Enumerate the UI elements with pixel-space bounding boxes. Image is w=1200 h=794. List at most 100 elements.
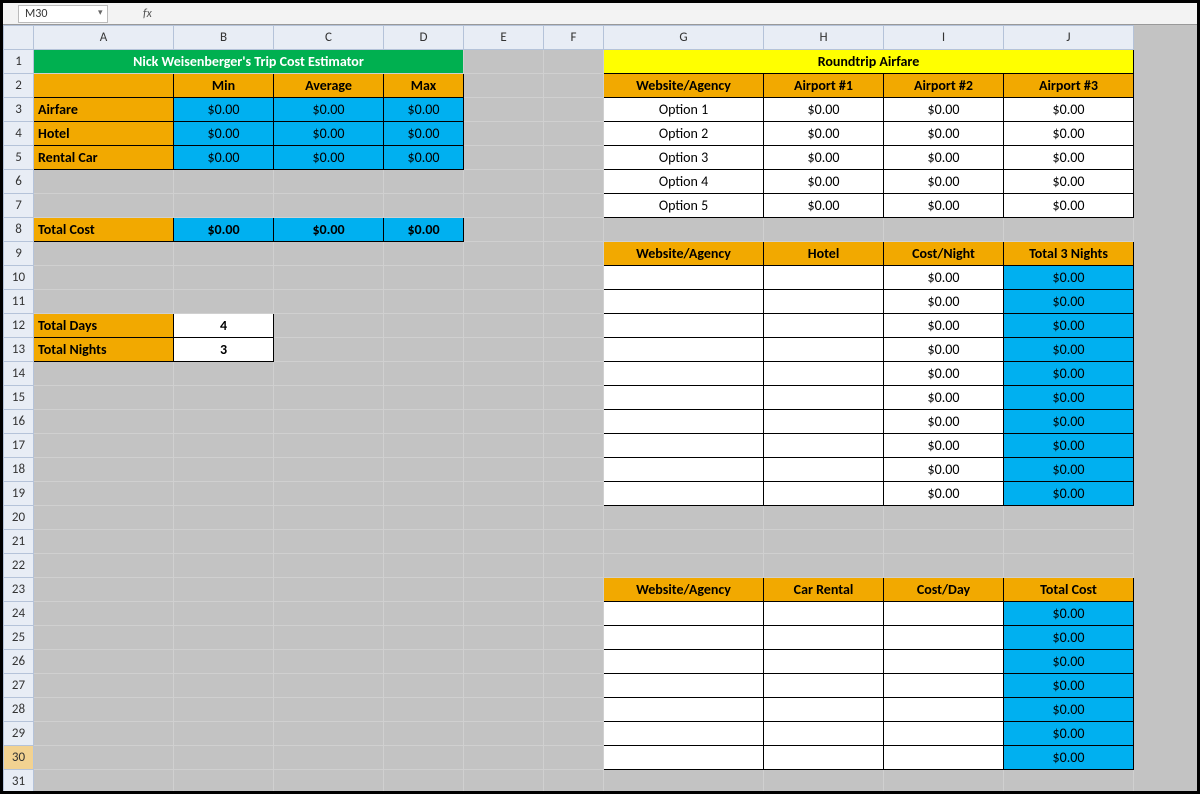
row-25[interactable]: 25	[4, 626, 34, 650]
cell[interactable]	[34, 650, 174, 674]
airfare-opt2-a2[interactable]: $0.00	[884, 122, 1004, 146]
car-name[interactable]	[764, 722, 884, 746]
cell[interactable]	[544, 194, 604, 218]
cell[interactable]	[34, 290, 174, 314]
cell[interactable]	[34, 602, 174, 626]
cell[interactable]	[384, 170, 464, 194]
car-site[interactable]	[604, 674, 764, 698]
cell[interactable]	[464, 434, 544, 458]
cell[interactable]	[544, 554, 604, 578]
cell[interactable]	[384, 386, 464, 410]
lodge-hotel[interactable]	[764, 386, 884, 410]
car-name[interactable]	[764, 650, 884, 674]
value-total-days[interactable]: 4	[174, 314, 274, 338]
row-13[interactable]: 13	[4, 338, 34, 362]
hdr-site-airfare[interactable]: Website/Agency	[604, 74, 764, 98]
row-19[interactable]: 19	[4, 482, 34, 506]
title-trip-estimator[interactable]: Nick Weisenberger's Trip Cost Estimator	[34, 50, 464, 74]
car-costday[interactable]	[884, 698, 1004, 722]
car-site[interactable]	[604, 698, 764, 722]
lodge-cost[interactable]: $0.00	[884, 386, 1004, 410]
cell[interactable]	[764, 530, 884, 554]
cell[interactable]	[174, 458, 274, 482]
car-name[interactable]	[764, 626, 884, 650]
cell[interactable]	[544, 602, 604, 626]
lodge-total[interactable]: $0.00	[1004, 290, 1134, 314]
airfare-opt1-a2[interactable]: $0.00	[884, 98, 1004, 122]
cell[interactable]	[464, 170, 544, 194]
cell[interactable]	[464, 266, 544, 290]
airfare-opt3-site[interactable]: Option 3	[604, 146, 764, 170]
cell[interactable]	[384, 458, 464, 482]
cell[interactable]	[174, 266, 274, 290]
cell[interactable]	[174, 674, 274, 698]
lodge-total[interactable]: $0.00	[1004, 338, 1134, 362]
value-total-nights[interactable]: 3	[174, 338, 274, 362]
cell[interactable]	[464, 554, 544, 578]
col-G[interactable]: G	[604, 26, 764, 50]
cell[interactable]	[384, 602, 464, 626]
cell[interactable]	[384, 506, 464, 530]
cell[interactable]	[544, 146, 604, 170]
cell[interactable]	[464, 650, 544, 674]
cell[interactable]	[384, 314, 464, 338]
cell[interactable]	[384, 530, 464, 554]
cell[interactable]	[464, 146, 544, 170]
lodge-hotel[interactable]	[764, 266, 884, 290]
hdr-total3nights[interactable]: Total 3 Nights	[1004, 242, 1134, 266]
cell[interactable]	[464, 314, 544, 338]
row-16[interactable]: 16	[4, 410, 34, 434]
name-box-dropdown-icon[interactable]: ▾	[98, 7, 103, 18]
cell[interactable]	[274, 242, 384, 266]
cell[interactable]	[464, 506, 544, 530]
row-3[interactable]: 3	[4, 98, 34, 122]
select-all-corner[interactable]	[4, 26, 34, 50]
lodge-total[interactable]: $0.00	[1004, 410, 1134, 434]
cell[interactable]	[274, 338, 384, 362]
row-14[interactable]: 14	[4, 362, 34, 386]
hdr-min[interactable]: Min	[174, 74, 274, 98]
cell[interactable]	[34, 410, 174, 434]
cell[interactable]	[464, 722, 544, 746]
car-site[interactable]	[604, 602, 764, 626]
car-costday[interactable]	[884, 602, 1004, 626]
cell[interactable]	[544, 338, 604, 362]
cell[interactable]	[274, 722, 384, 746]
car-costday[interactable]	[884, 746, 1004, 770]
airfare-opt5-a3[interactable]: $0.00	[1004, 194, 1134, 218]
row-9[interactable]: 9	[4, 242, 34, 266]
airfare-opt5-a1[interactable]: $0.00	[764, 194, 884, 218]
lodge-total[interactable]: $0.00	[1004, 266, 1134, 290]
lodge-cost[interactable]: $0.00	[884, 290, 1004, 314]
cell[interactable]	[884, 218, 1004, 242]
airfare-opt3-a2[interactable]: $0.00	[884, 146, 1004, 170]
cell[interactable]	[604, 506, 764, 530]
cell[interactable]	[274, 698, 384, 722]
hdr-site-hotel[interactable]: Website/Agency	[604, 242, 764, 266]
car-name[interactable]	[764, 674, 884, 698]
total-avg[interactable]: $0.00	[274, 218, 384, 242]
title-roundtrip-airfare[interactable]: Roundtrip Airfare	[604, 50, 1134, 74]
cell[interactable]	[464, 530, 544, 554]
cell[interactable]	[884, 506, 1004, 530]
hdr-airport3[interactable]: Airport #3	[1004, 74, 1134, 98]
cell[interactable]	[274, 530, 384, 554]
airfare-max[interactable]: $0.00	[384, 98, 464, 122]
cell[interactable]	[1004, 554, 1134, 578]
lodge-site[interactable]	[604, 410, 764, 434]
airfare-opt1-a1[interactable]: $0.00	[764, 98, 884, 122]
cell[interactable]	[34, 626, 174, 650]
rental-avg[interactable]: $0.00	[274, 146, 384, 170]
cell[interactable]	[274, 626, 384, 650]
cell[interactable]	[464, 674, 544, 698]
row-30[interactable]: 30	[4, 746, 34, 770]
cell[interactable]	[34, 74, 174, 98]
col-H[interactable]: H	[764, 26, 884, 50]
cell[interactable]	[464, 74, 544, 98]
hdr-hotel[interactable]: Hotel	[764, 242, 884, 266]
car-name[interactable]	[764, 602, 884, 626]
rental-max[interactable]: $0.00	[384, 146, 464, 170]
cell[interactable]	[384, 242, 464, 266]
lodge-site[interactable]	[604, 314, 764, 338]
cell[interactable]	[464, 386, 544, 410]
